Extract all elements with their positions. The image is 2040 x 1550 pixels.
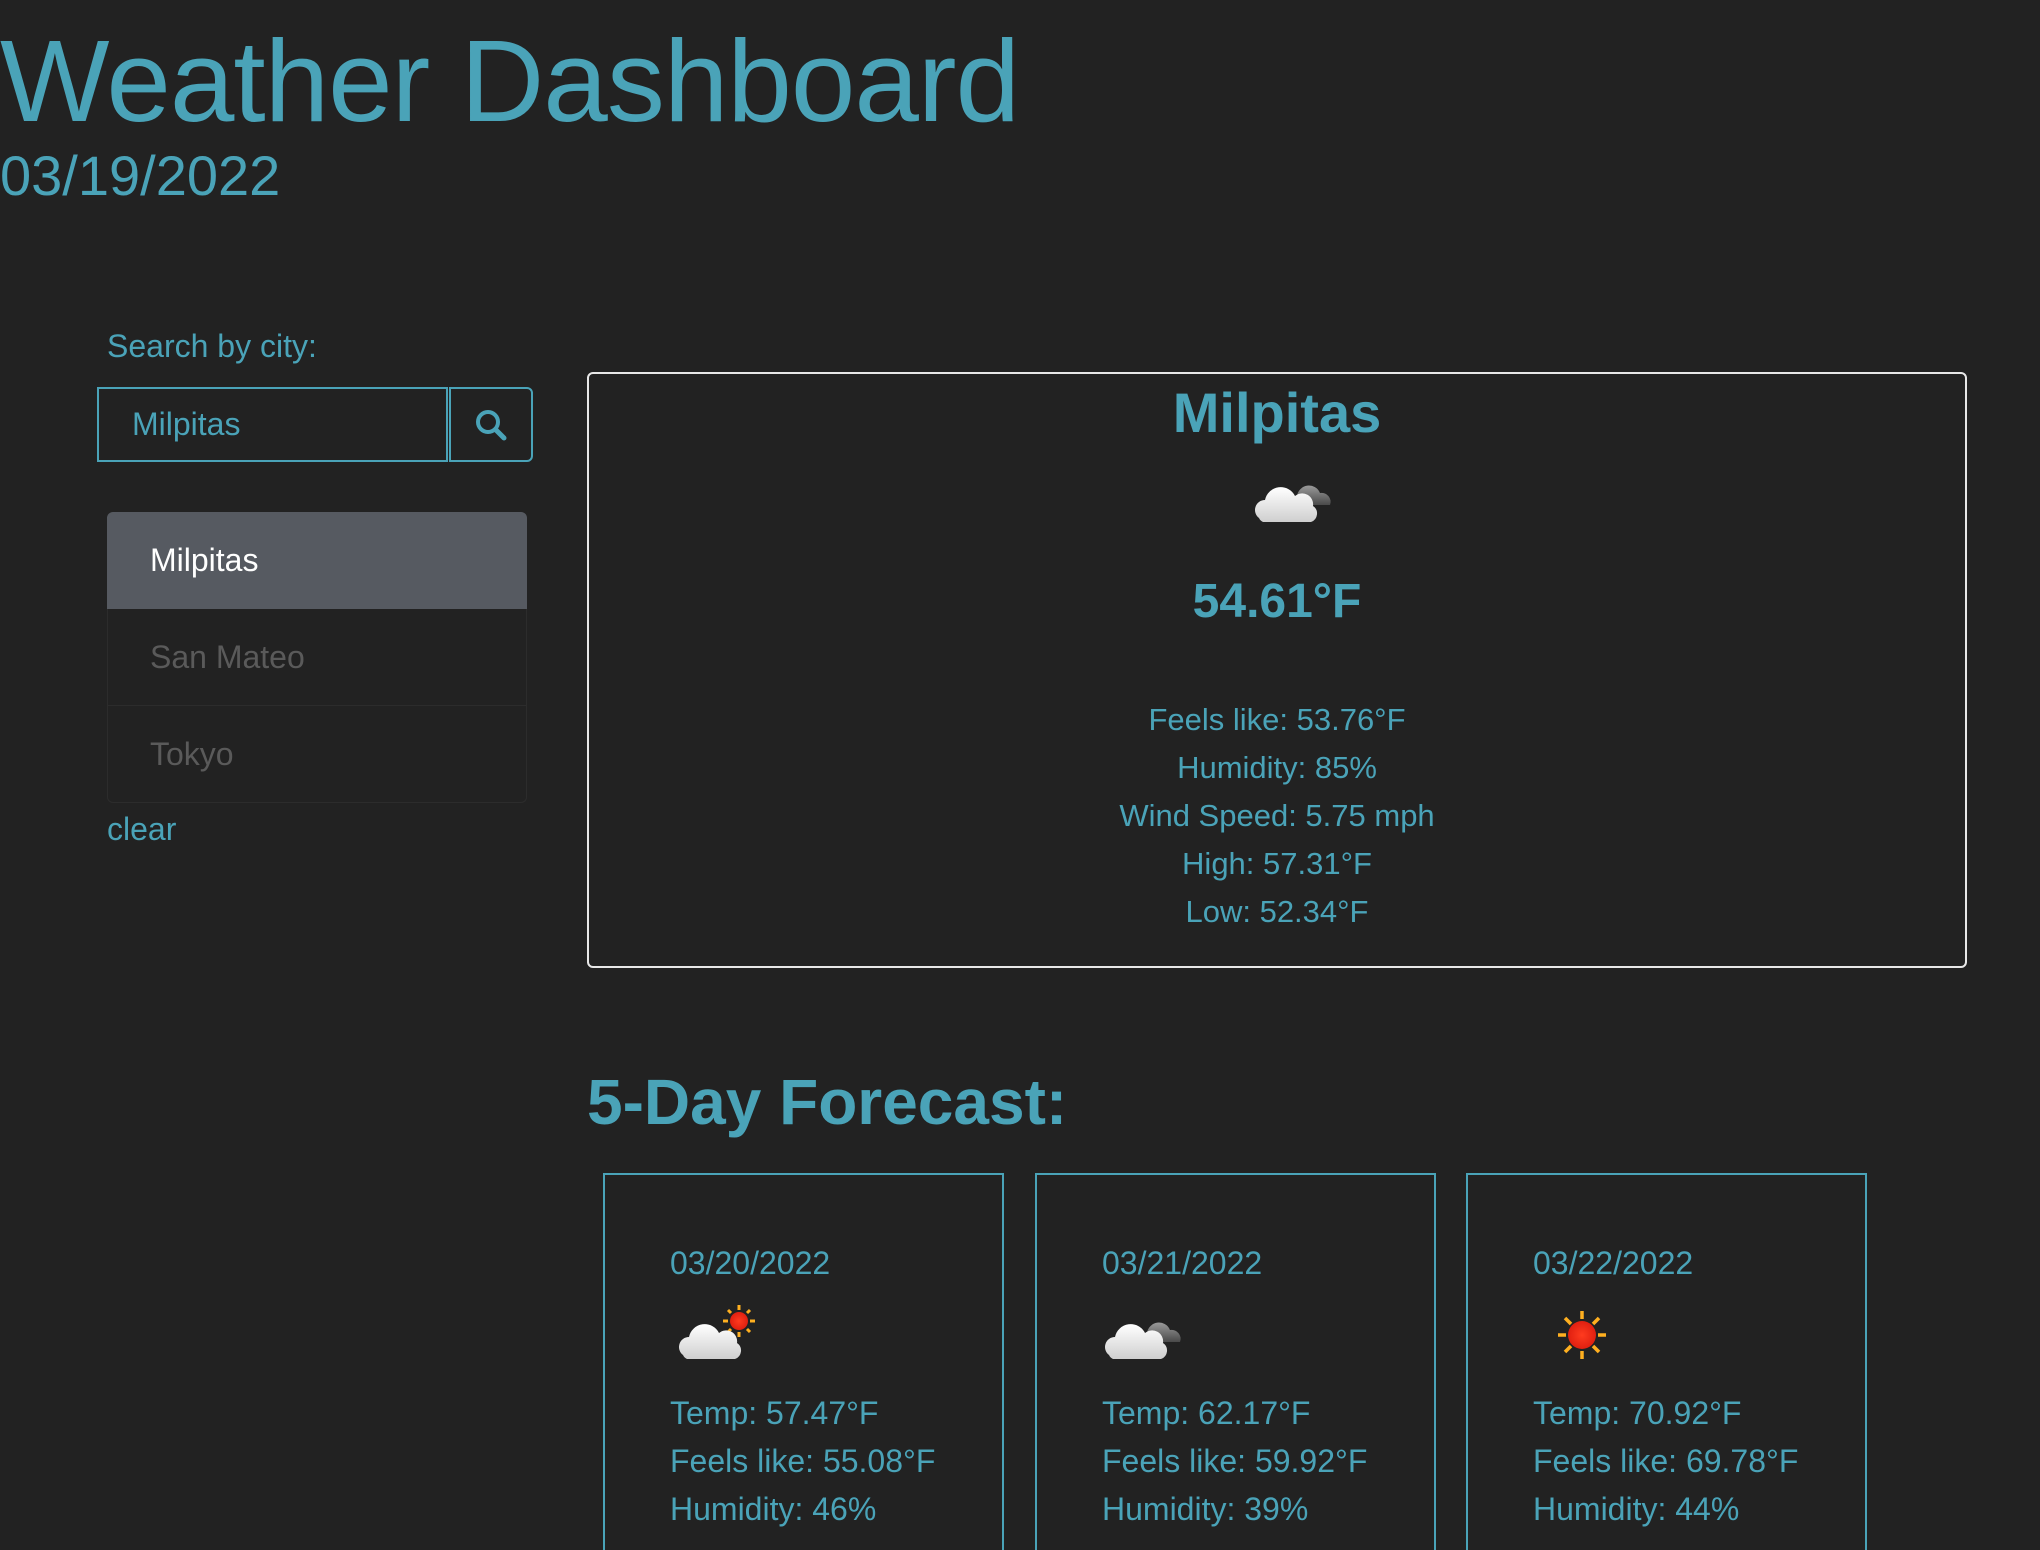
clear-history-link[interactable]: clear (107, 811, 176, 848)
search-label: Search by city: (107, 328, 317, 364)
search-button[interactable] (449, 387, 533, 462)
current-weather-card: Milpitas 54.61°F Feels like: 53.76°F Hum… (587, 372, 1967, 968)
forecast-card: 03/22/2022 Temp: 70.92°F Feels like: 69.… (1466, 1173, 1867, 1550)
humidity: Humidity: 85% (1177, 750, 1377, 785)
current-temperature: 54.61°F (1192, 575, 1362, 628)
forecast-temp: Temp: 62.17°F (1102, 1395, 1311, 1431)
partly-sunny-icon (679, 1305, 755, 1359)
current-details: Feels like: 53.76°F Humidity: 85% Wind S… (589, 696, 1965, 936)
sun-icon (1558, 1311, 1606, 1359)
forecast-details: Temp: 70.92°F Feels like: 69.78°F Humidi… (1533, 1389, 1798, 1533)
history-item-san-mateo[interactable]: San Mateo (107, 609, 527, 706)
history-item-milpitas[interactable]: Milpitas (107, 512, 527, 609)
forecast-date: 03/22/2022 (1533, 1245, 1694, 1281)
current-city-name: Milpitas (1172, 381, 1382, 444)
weather-dashboard-page: Weather Dashboard 03/19/2022 Search by c… (0, 0, 2040, 1550)
current-date: 03/19/2022 (0, 144, 281, 207)
low-temp: Low: 52.34°F (1185, 894, 1369, 929)
cloud-icon (1255, 485, 1331, 522)
forecast-humidity: Humidity: 39% (1102, 1491, 1309, 1527)
forecast-humidity: Humidity: 44% (1533, 1491, 1740, 1527)
forecast-card: 03/21/2022 Temp: 62.17°F Feels like: 59.… (1035, 1173, 1436, 1550)
forecast-details: Temp: 62.17°F Feels like: 59.92°F Humidi… (1102, 1389, 1367, 1533)
forecast-humidity: Humidity: 46% (670, 1491, 877, 1527)
high-temp: High: 57.31°F (1182, 846, 1372, 881)
feels-like: Feels like: 53.76°F (1148, 702, 1406, 737)
search-input[interactable] (97, 387, 448, 462)
search-icon (476, 409, 507, 440)
forecast-card: 03/20/2022 Temp: 57.47°F Feels like: 55.… (603, 1173, 1004, 1550)
search-history-list: Milpitas San Mateo Tokyo (107, 512, 527, 803)
history-item-tokyo[interactable]: Tokyo (107, 706, 527, 803)
forecast-temp: Temp: 70.92°F (1533, 1395, 1742, 1431)
wind-speed: Wind Speed: 5.75 mph (1119, 798, 1435, 833)
page-title: Weather Dashboard (0, 16, 1020, 146)
forecast-date: 03/21/2022 (1102, 1245, 1263, 1281)
forecast-title: 5-Day Forecast: (587, 1066, 1068, 1138)
forecast-feels-like: Feels like: 69.78°F (1533, 1443, 1799, 1479)
forecast-feels-like: Feels like: 55.08°F (670, 1443, 936, 1479)
forecast-temp: Temp: 57.47°F (670, 1395, 879, 1431)
forecast-details: Temp: 57.47°F Feels like: 55.08°F Humidi… (670, 1389, 935, 1533)
cloud-icon (1105, 1322, 1181, 1359)
forecast-date: 03/20/2022 (670, 1245, 831, 1281)
forecast-feels-like: Feels like: 59.92°F (1102, 1443, 1368, 1479)
